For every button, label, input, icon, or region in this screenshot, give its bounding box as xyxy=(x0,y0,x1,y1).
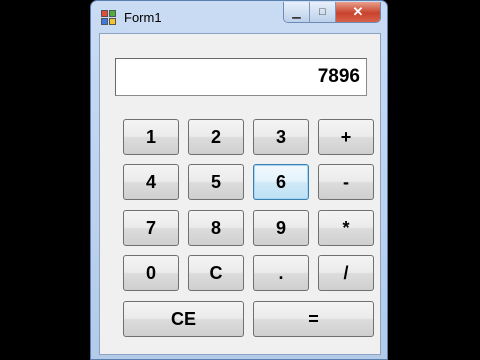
key-2[interactable]: 2 xyxy=(188,119,244,155)
key-equals[interactable]: = xyxy=(253,301,374,337)
key-clear[interactable]: C xyxy=(188,255,244,291)
key-divide[interactable]: / xyxy=(318,255,374,291)
key-9[interactable]: 9 xyxy=(253,210,309,246)
key-multiply[interactable]: * xyxy=(318,210,374,246)
calculator-window: Form1 ▁ □ ✕ 7896 1 2 3 + 4 5 6 - 7 8 9 *… xyxy=(90,0,388,360)
form-client-area: 7896 1 2 3 + 4 5 6 - 7 8 9 * 0 C . / CE … xyxy=(99,33,381,355)
app-icon[interactable] xyxy=(101,10,117,26)
close-button[interactable]: ✕ xyxy=(336,2,380,22)
key-plus[interactable]: + xyxy=(318,119,374,155)
key-minus[interactable]: - xyxy=(318,164,374,200)
display-textbox[interactable]: 7896 xyxy=(115,58,367,96)
key-4[interactable]: 4 xyxy=(123,164,179,200)
minimize-button[interactable]: ▁ xyxy=(284,2,310,22)
key-8[interactable]: 8 xyxy=(188,210,244,246)
maximize-button[interactable]: □ xyxy=(310,2,336,22)
key-3[interactable]: 3 xyxy=(253,119,309,155)
key-dot[interactable]: . xyxy=(253,255,309,291)
window-controls: ▁ □ ✕ xyxy=(283,2,381,23)
key-5[interactable]: 5 xyxy=(188,164,244,200)
title-bar[interactable]: Form1 ▁ □ ✕ xyxy=(91,1,387,33)
key-7[interactable]: 7 xyxy=(123,210,179,246)
key-0[interactable]: 0 xyxy=(123,255,179,291)
window-title: Form1 xyxy=(124,10,162,25)
key-clear-entry[interactable]: CE xyxy=(123,301,244,337)
key-6[interactable]: 6 xyxy=(253,164,309,200)
key-1[interactable]: 1 xyxy=(123,119,179,155)
